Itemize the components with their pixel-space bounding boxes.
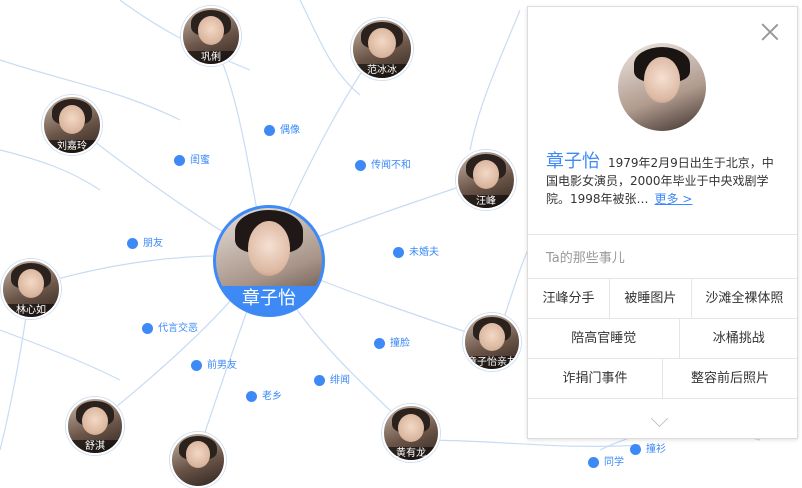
node-name: 范冰冰 (353, 64, 411, 78)
relation-label[interactable]: 撞衫 (630, 440, 666, 455)
node-wang-feng[interactable]: 汪峰 (456, 150, 516, 210)
portrait-face (472, 159, 500, 189)
relation-label[interactable]: 同学 (588, 453, 624, 468)
event-item[interactable]: 诈捐门事件 (528, 359, 663, 399)
person-name: 章子怡 (546, 151, 600, 172)
section-title: Ta的那些事儿 (546, 251, 625, 266)
event-item[interactable]: 陪高官睡觉 (528, 319, 681, 359)
node-person-right[interactable]: 章子怡亲友 (463, 313, 521, 371)
event-item[interactable]: 汪峰分手 (528, 279, 610, 319)
relation-label[interactable]: 老乡 (246, 387, 282, 402)
relation-label[interactable]: 偶像 (264, 121, 300, 136)
portrait-face (398, 413, 424, 442)
node-liu-jialing[interactable]: 刘嘉玲 (42, 95, 102, 155)
node-fan-bingbing[interactable]: 范冰冰 (351, 18, 413, 80)
node-name: 林心如 (3, 303, 59, 317)
node-name: 舒淇 (68, 440, 122, 453)
portrait-face (82, 406, 108, 435)
event-row: 汪峰分手 被睡图片 沙滩全裸体照 (528, 278, 797, 319)
person-bio: 章子怡 1979年2月9日出生于北京，中国电影女演员，2000年毕业于中央戏剧学院… (546, 153, 782, 208)
node-gong-li[interactable]: 巩俐 (181, 6, 241, 66)
node-name: 巩俐 (183, 50, 239, 64)
node-bottom-partial[interactable] (170, 432, 226, 488)
close-icon[interactable] (759, 21, 781, 43)
relation-dot (246, 390, 257, 402)
divider (528, 398, 797, 399)
relation-label[interactable]: 撞脸 (374, 334, 410, 349)
portrait-face (58, 104, 86, 134)
relation-dot (355, 159, 366, 171)
relation-label[interactable]: 朋友 (127, 234, 163, 249)
divider (528, 234, 797, 235)
relation-label[interactable]: 闺蜜 (174, 151, 210, 166)
person-detail-panel: 章子怡 1979年2月9日出生于北京，中国电影女演员，2000年毕业于中央戏剧学院… (527, 6, 798, 439)
node-name: 黄有龙 (384, 447, 438, 460)
event-item[interactable]: 整容前后照片 (663, 359, 797, 399)
portrait-face (247, 220, 291, 276)
portrait-face (185, 441, 211, 469)
center-node-name: 章子怡 (216, 286, 322, 314)
event-item[interactable]: 冰桶挑战 (680, 319, 797, 359)
relation-dot (127, 237, 138, 249)
node-name: 刘嘉玲 (44, 139, 100, 153)
relation-dot (264, 124, 275, 136)
more-link[interactable]: 更多 > (655, 192, 693, 206)
node-name: 章子怡亲友 (465, 356, 519, 369)
node-huang-youlong[interactable]: 黄有龙 (382, 404, 440, 462)
relation-dot (374, 337, 385, 349)
node-shu-qi[interactable]: 舒淇 (66, 397, 124, 455)
event-item[interactable]: 沙滩全裸体照 (692, 279, 797, 319)
relation-label[interactable]: 传闻不和 (355, 156, 411, 171)
center-node[interactable]: 章子怡 (213, 205, 325, 317)
relation-dot (191, 359, 202, 371)
portrait-face (644, 57, 680, 103)
portrait-face (197, 15, 225, 45)
portrait-face (17, 268, 45, 298)
relation-label[interactable]: 前男友 (191, 356, 237, 371)
relation-dot (588, 456, 599, 468)
relation-dot (314, 374, 325, 386)
portrait-face (479, 322, 505, 351)
relation-label[interactable]: 未婚夫 (393, 243, 439, 258)
event-row: 陪高官睡觉 冰桶挑战 (528, 318, 797, 359)
event-row: 诈捐门事件 整容前后照片 (528, 358, 797, 399)
chevron-down-icon[interactable] (651, 410, 668, 427)
relation-label[interactable]: 绯闻 (314, 371, 350, 386)
avatar (618, 43, 706, 131)
relation-dot (142, 322, 153, 334)
relation-dot (630, 443, 641, 455)
node-name: 汪峰 (458, 194, 514, 208)
node-lin-xinru[interactable]: 林心如 (1, 259, 61, 319)
relation-label[interactable]: 代言交恶 (142, 319, 198, 334)
event-item[interactable]: 被睡图片 (610, 279, 692, 319)
relation-dot (174, 154, 185, 166)
portrait-face (368, 28, 396, 59)
relation-dot (393, 246, 404, 258)
